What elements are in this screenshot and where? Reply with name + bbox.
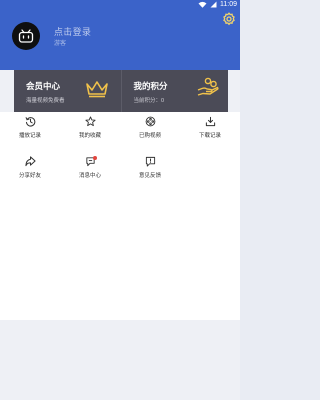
vip-center-title: 会员中心 [26, 81, 61, 91]
avatar[interactable] [12, 22, 40, 50]
user-type-label: 游客 [54, 41, 67, 47]
menu-item-purchased[interactable]: 已购视频 [120, 116, 180, 142]
menu-item-feedback[interactable]: 意见反馈 [120, 156, 180, 182]
profile-header: 点击登录 游客 11:09 [0, 0, 240, 70]
battery-icon [210, 1, 217, 8]
menu-item-label: 意见反馈 [138, 173, 161, 179]
menu-item-share[interactable]: 分享好友 [0, 156, 60, 182]
status-bar: 11:09 [0, 0, 240, 12]
feedback-icon [145, 156, 155, 167]
film-reel-icon [145, 116, 155, 127]
history-icon [25, 117, 35, 127]
menu-item-label: 分享好友 [18, 173, 41, 179]
crown-icon [85, 81, 108, 98]
settings-gear-icon[interactable] [222, 12, 236, 26]
login-prompt[interactable]: 点击登录 [54, 25, 91, 38]
empty-area [0, 320, 240, 400]
profile-screen: 点击登录 游客 11:09 会员中心 海量视频免费看 我的积分 当前积分：0 播… [0, 0, 240, 400]
tv-mascot-icon [18, 29, 34, 43]
coins-hand-icon [197, 77, 219, 96]
menu-item-label: 已购视频 [138, 133, 161, 139]
menu-item-downloads[interactable]: 下载记录 [180, 116, 240, 142]
download-icon [205, 116, 215, 127]
menu-item-label: 播放记录 [18, 133, 41, 139]
menu-panel: 播放记录 我的收藏 已购视频 下载记录 分享好友 消息中心 意见反馈 [0, 112, 240, 320]
unread-badge [93, 156, 97, 160]
menu-grid: 播放记录 我的收藏 已购视频 下载记录 分享好友 消息中心 意见反馈 [0, 112, 240, 182]
share-icon [24, 156, 36, 167]
points-title: 我的积分 [133, 81, 168, 91]
status-time: 11:09 [220, 1, 237, 8]
points-subtitle: 当前积分：0 [133, 98, 165, 104]
star-icon [84, 116, 96, 127]
vip-center-card[interactable]: 会员中心 海量视频免费看 [14, 70, 121, 112]
menu-item-history[interactable]: 播放记录 [0, 116, 60, 142]
wifi-icon [198, 1, 207, 8]
menu-item-favorites[interactable]: 我的收藏 [60, 116, 120, 142]
member-cards: 会员中心 海量视频免费看 我的积分 当前积分：0 [14, 70, 228, 112]
menu-item-label: 下载记录 [198, 133, 221, 139]
menu-item-label: 我的收藏 [78, 133, 101, 139]
vip-center-subtitle: 海量视频免费看 [26, 98, 65, 104]
points-card[interactable]: 我的积分 当前积分：0 [120, 70, 229, 112]
menu-item-label: 消息中心 [78, 173, 101, 179]
menu-item-messages[interactable]: 消息中心 [60, 156, 120, 182]
